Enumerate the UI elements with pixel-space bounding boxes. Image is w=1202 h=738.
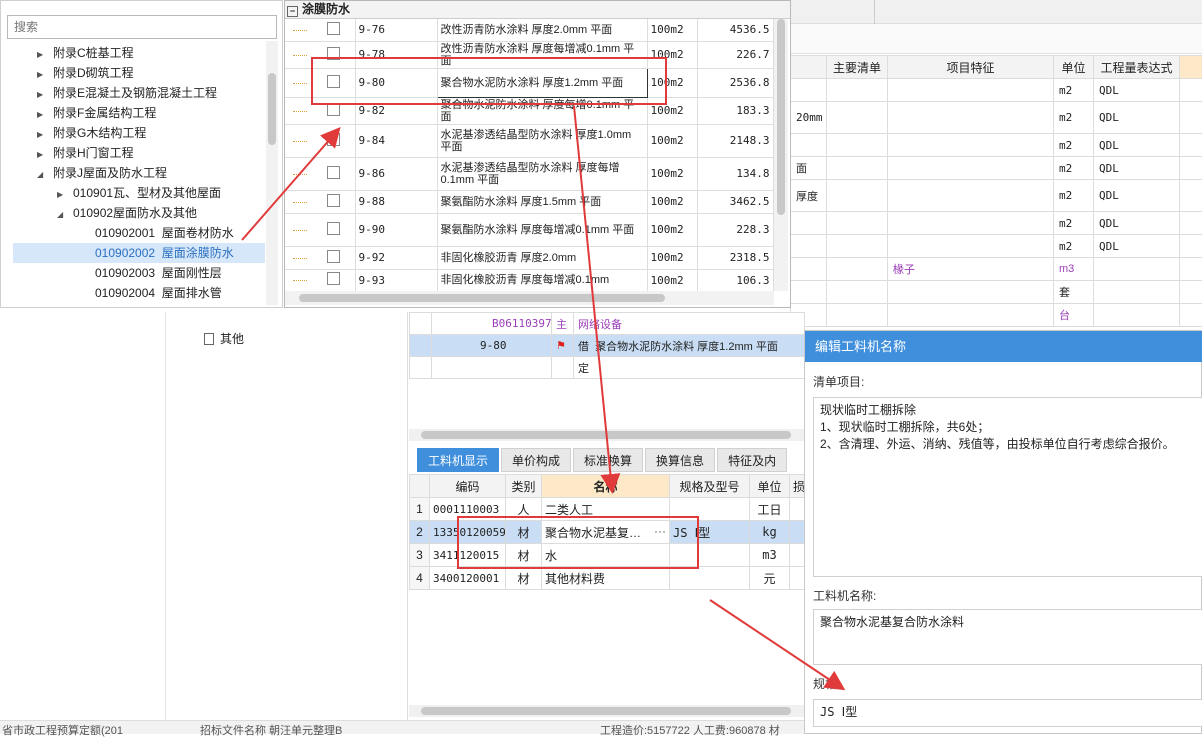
edit-resource-name-dialog: 编辑工料机名称 清单项目: 现状临时工棚拆除 1、现状临时工棚拆除，共6处； 2… bbox=[804, 330, 1202, 734]
table-row[interactable]: 面m2QDL bbox=[791, 157, 1202, 180]
col-header-name[interactable]: 名称 bbox=[542, 475, 670, 498]
tab-resource-display[interactable]: 工料机显示 bbox=[417, 448, 499, 472]
sub-item-table: B06110397主网络设备 9-80⚑借 聚合物水泥防水涂料 厚度1.2mm … bbox=[409, 312, 804, 427]
table-row[interactable]: m2QDL bbox=[791, 79, 1202, 102]
col-header-code[interactable]: 编码 bbox=[430, 475, 506, 498]
tab-conversion-info[interactable]: 换算信息 bbox=[645, 448, 715, 472]
table-row[interactable]: m2QDL bbox=[791, 212, 1202, 235]
expand-arrow-icon[interactable]: ▶ bbox=[37, 125, 47, 145]
highlight-box bbox=[311, 57, 667, 105]
col-header-main-list[interactable]: 主要清单 bbox=[827, 56, 888, 79]
tree-item[interactable]: ▶附录F金属结构工程 bbox=[37, 103, 156, 123]
resource-name-input[interactable]: 聚合物水泥基复合防水涂料 bbox=[813, 609, 1202, 665]
table-row[interactable]: 9-88聚氨酯防水涂料 厚度1.5mm 平面100m23462.5 bbox=[285, 190, 773, 213]
document-icon bbox=[204, 333, 214, 345]
dialog-title: 编辑工料机名称 bbox=[805, 331, 1202, 362]
bill-item-text: 现状临时工棚拆除 1、现状临时工棚拆除，共6处； 2、含清理、外运、消纳、残值等… bbox=[813, 397, 1202, 577]
tab-unit-price[interactable]: 单价构成 bbox=[501, 448, 571, 472]
expand-arrow-icon[interactable]: ▶ bbox=[37, 45, 47, 65]
collapse-arrow-icon[interactable]: ◢ bbox=[37, 165, 47, 185]
table-row[interactable]: m2QDL bbox=[791, 235, 1202, 258]
left-tree-pane: 其他 bbox=[0, 312, 408, 720]
tree-item[interactable]: ▶附录G木结构工程 bbox=[37, 123, 146, 143]
flag-icon: ⚑ bbox=[552, 335, 574, 357]
horizontal-scrollbar[interactable] bbox=[409, 429, 804, 441]
tab-features[interactable]: 特征及内 bbox=[717, 448, 787, 472]
table-row[interactable]: m2QDL bbox=[791, 134, 1202, 157]
row-checkbox[interactable] bbox=[327, 133, 340, 146]
col-header-feature[interactable]: 项目特征 bbox=[888, 56, 1054, 79]
group-header[interactable]: −涂膜防水 bbox=[285, 1, 790, 19]
tree-item[interactable]: ▶010901瓦、型材及其他屋面 bbox=[57, 183, 221, 203]
table-row[interactable]: 厚度m2QDL bbox=[791, 180, 1202, 212]
bill-item-label: 清单项目: bbox=[813, 373, 864, 390]
row-checkbox[interactable] bbox=[327, 222, 340, 235]
detail-tabs: 工料机显示 单价构成 标准换算 换算信息 特征及内 bbox=[409, 448, 804, 472]
tree-item-leaf[interactable]: 010902003 屋面刚性层 bbox=[95, 263, 222, 283]
expand-arrow-icon[interactable]: ▶ bbox=[37, 65, 47, 85]
table-row[interactable]: 43400120001材其他材料费元 bbox=[410, 567, 805, 590]
table-row[interactable]: 20mmm2QDL bbox=[791, 102, 1202, 134]
col-header-spec[interactable]: 规格及型号 bbox=[670, 475, 750, 498]
tree-node-other[interactable]: 其他 bbox=[192, 330, 244, 347]
spec-input[interactable]: JS Ⅰ型 bbox=[813, 699, 1202, 727]
vertical-scrollbar[interactable] bbox=[266, 41, 278, 305]
table-row[interactable]: 9-90聚氨酯防水涂料 厚度每增减0.1mm 平面100m2228.3 bbox=[285, 213, 773, 246]
col-header-category[interactable]: 类别 bbox=[506, 475, 542, 498]
table-row[interactable]: 椽子m3 bbox=[791, 258, 1202, 281]
resource-name-label: 工料机名称: bbox=[813, 587, 876, 604]
spec-label: 规格 bbox=[813, 675, 837, 692]
table-row[interactable]: B06110397主网络设备 bbox=[410, 313, 805, 335]
highlight-box bbox=[457, 516, 699, 569]
toolbar-strip bbox=[790, 24, 1202, 54]
horizontal-scrollbar[interactable] bbox=[285, 291, 774, 305]
collapse-box-icon[interactable]: − bbox=[287, 6, 298, 17]
bill-table: 主要清单 项目特征 单位 工程量表达式 m2QDL 20mmm2QDL m2QD… bbox=[790, 55, 1202, 327]
horizontal-scrollbar[interactable] bbox=[409, 705, 804, 717]
tree-item-leaf-selected[interactable]: 010902002 屋面涂膜防水 bbox=[13, 243, 265, 263]
table-row[interactable]: 9-76改性沥青防水涂料 厚度2.0mm 平面100m24536.5 bbox=[285, 19, 773, 41]
tree-item-leaf[interactable]: 010902004 屋面排水管 bbox=[95, 283, 222, 303]
tree-item[interactable]: ◢010902屋面防水及其他 bbox=[57, 203, 197, 223]
table-row[interactable]: 台 bbox=[791, 304, 1202, 327]
tree-item[interactable]: ▶附录H门窗工程 bbox=[37, 143, 134, 163]
search-input[interactable] bbox=[7, 15, 277, 39]
expand-arrow-icon[interactable]: ▶ bbox=[57, 185, 67, 205]
quota-list-panel: −涂膜防水 9-76改性沥青防水涂料 厚度2.0mm 平面100m24536.5… bbox=[284, 0, 791, 308]
tree-item-leaf[interactable]: 010902001 屋面卷材防水 bbox=[95, 223, 234, 243]
expand-arrow-icon[interactable]: ▶ bbox=[37, 105, 47, 125]
row-checkbox[interactable] bbox=[327, 22, 340, 35]
quota-chapter-tree: ▶附录C桩基工程 ▶附录D砌筑工程 ▶附录E混凝土及钢筋混凝土工程 ▶附录F金属… bbox=[0, 0, 283, 308]
expand-arrow-icon[interactable]: ▶ bbox=[37, 85, 47, 105]
table-row[interactable]: 9-93非固化橡胶沥青 厚度每增减0.1mm100m2106.3 bbox=[285, 269, 773, 291]
col-header-unit[interactable]: 单位 bbox=[1054, 56, 1094, 79]
tree-item[interactable]: ▶附录D砌筑工程 bbox=[37, 63, 134, 83]
tree-item[interactable]: ▶附录C桩基工程 bbox=[37, 43, 134, 63]
table-row[interactable]: 定 bbox=[410, 357, 805, 379]
row-checkbox[interactable] bbox=[327, 194, 340, 207]
row-checkbox[interactable] bbox=[327, 272, 340, 285]
tree-item[interactable]: ▶附录E混凝土及钢筋混凝土工程 bbox=[37, 83, 217, 103]
table-row[interactable]: 9-92非固化橡胶沥青 厚度2.0mm100m22318.5 bbox=[285, 246, 773, 269]
tree-item[interactable]: ◢附录J屋面及防水工程 bbox=[37, 163, 167, 183]
collapse-arrow-icon[interactable]: ◢ bbox=[57, 205, 67, 225]
tab-standard-conversion[interactable]: 标准换算 bbox=[573, 448, 643, 472]
row-checkbox[interactable] bbox=[327, 166, 340, 179]
toolbar-area bbox=[790, 0, 1202, 24]
table-row[interactable]: 9-86水泥基渗透结晶型防水涂料 厚度每增0.1mm 平面100m2134.8 bbox=[285, 157, 773, 190]
expand-arrow-icon[interactable]: ▶ bbox=[37, 145, 47, 165]
row-checkbox[interactable] bbox=[327, 250, 340, 263]
col-header-unit[interactable]: 单位 bbox=[750, 475, 790, 498]
vertical-scrollbar[interactable] bbox=[774, 19, 788, 291]
col-header-loss[interactable]: 损 bbox=[790, 475, 805, 498]
col-header-expression[interactable]: 工程量表达式 bbox=[1094, 56, 1180, 79]
table-row[interactable]: 套 bbox=[791, 281, 1202, 304]
table-row[interactable]: 9-80⚑借 聚合物水泥防水涂料 厚度1.2mm 平面 bbox=[410, 335, 805, 357]
table-row[interactable]: 9-84水泥基渗透结晶型防水涂料 厚度1.0mm 平面100m22148.3 bbox=[285, 124, 773, 157]
